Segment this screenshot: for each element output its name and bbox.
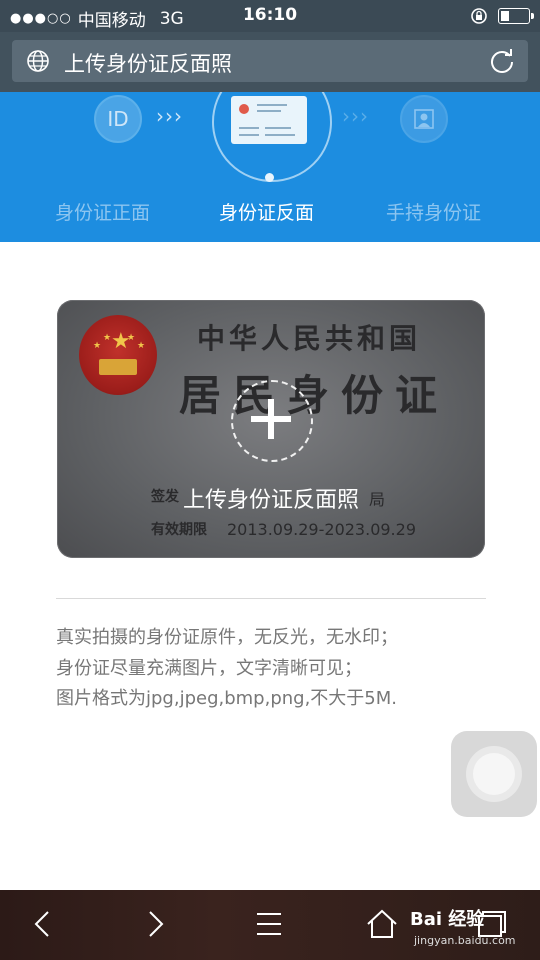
step-id-icon: ID (94, 95, 142, 143)
card-title-country: 中华人民共和国 (197, 322, 422, 355)
step-label-front: 身份证正面 (55, 202, 151, 224)
current-step-dot (265, 173, 274, 182)
upload-label: 上传身份证反面照 (182, 488, 359, 513)
national-emblem-icon: ★ ★ ★ ★ ★ (79, 315, 157, 395)
tip-line: 身份证尽量充满图片，文字清晰可见； (56, 658, 362, 679)
step-indicator: ID ››› ››› 身份证正面 身份证反面 手持身份证 (0, 92, 540, 242)
globe-icon (27, 50, 49, 72)
card-title-id: 居民身份证 (179, 371, 450, 420)
divider (56, 598, 486, 599)
step-label-back: 身份证反面 (219, 202, 315, 224)
status-bar: ●●●○○ 中国移动 3G 16:10 (0, 0, 540, 32)
menu-icon[interactable] (249, 904, 289, 944)
status-right (470, 7, 534, 25)
assistive-touch-button[interactable] (451, 731, 537, 817)
watermark-url: jingyan.baidu.com (414, 934, 516, 947)
home-icon[interactable] (362, 904, 402, 944)
step-arrows-icon: ››› (156, 104, 183, 128)
forward-icon[interactable] (134, 904, 174, 944)
id-card-back-icon (231, 96, 307, 144)
rotation-lock-icon (471, 8, 487, 24)
card-valid-value: 2013.09.29-2023.09.29 (227, 520, 416, 539)
back-icon[interactable] (24, 904, 64, 944)
browser-header: 上传身份证反面照 (0, 32, 540, 92)
reload-icon[interactable] (488, 47, 516, 75)
step-label-handheld: 手持身份证 (386, 202, 482, 224)
tip-line: 图片格式为jpg,jpeg,bmp,png,不大于5M. (56, 688, 398, 709)
person-photo-icon (400, 95, 448, 143)
card-valid-label: 有效期限 (151, 522, 207, 538)
status-time: 16:10 (242, 5, 298, 25)
step-arrows-icon-inactive: ››› (342, 104, 369, 128)
plus-icon-vertical (268, 399, 274, 439)
tip-line: 真实拍摄的身份证原件，无反光，无水印； (56, 627, 398, 648)
watermark-logo: Bai 经验 (410, 909, 485, 930)
upload-id-back-area[interactable]: ★ ★ ★ ★ ★ 中华人民共和国 居民身份证 签发 局 有效期限 2013.0… (57, 300, 485, 558)
address-bar[interactable]: 上传身份证反面照 (12, 40, 528, 82)
page-title: 上传身份证反面照 (64, 52, 232, 76)
battery-icon (498, 8, 534, 24)
